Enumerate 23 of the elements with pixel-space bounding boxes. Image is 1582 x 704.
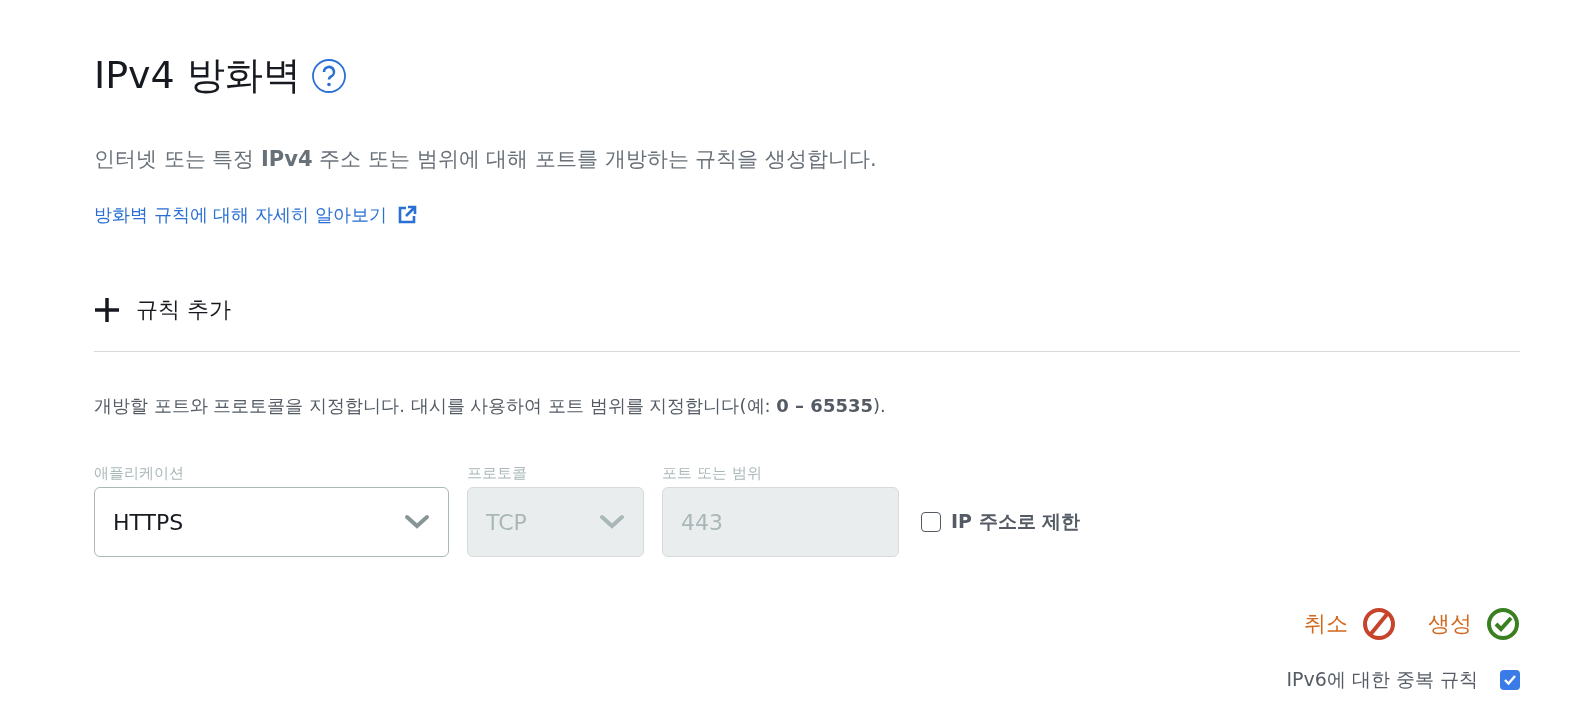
- checkbox[interactable]: [921, 512, 941, 532]
- external-link-icon: [396, 205, 417, 225]
- field-label: 프로토콜: [467, 464, 528, 483]
- help-icon[interactable]: [310, 57, 347, 94]
- checkbox-label: IP 주소로 제한: [951, 509, 1081, 534]
- description: 인터넷 또는 특정 IPv4 주소 또는 범위에 대해 포트를 개방하는 규칙을 생성합니다.: [94, 146, 878, 173]
- cancel-button[interactable]: 취소: [1304, 607, 1396, 641]
- select-field[interactable]: HTTPS: [94, 487, 449, 557]
- plus-icon: [94, 297, 120, 323]
- instructions: 개방할 포트와 프로토콜을 지정합니다. 대시를 사용하여 포트 범위를 지정합니다(예: 0 – 65535).: [94, 394, 887, 418]
- checkbox[interactable]: [1500, 670, 1520, 690]
- create-button[interactable]: 생성: [1428, 607, 1520, 641]
- field-label: 포트 또는 범위: [662, 464, 763, 483]
- prohibited-icon: [1362, 607, 1396, 641]
- add-rule-button[interactable]: 규칙 추가: [94, 295, 231, 325]
- checkmark-icon: [1503, 673, 1517, 687]
- chevron-down-icon: [599, 514, 625, 530]
- learn-more-link[interactable]: 방화벽 규칙에 대해 자세히 알아보기: [94, 203, 417, 227]
- chevron-down-icon: [404, 514, 430, 530]
- page-title: IPv4 방화벽: [94, 52, 301, 99]
- field-label: 애플리케이션: [94, 464, 185, 483]
- check-circle-icon: [1486, 607, 1520, 641]
- checkbox-label: IPv6에 대한 중복 규칙: [1286, 667, 1478, 692]
